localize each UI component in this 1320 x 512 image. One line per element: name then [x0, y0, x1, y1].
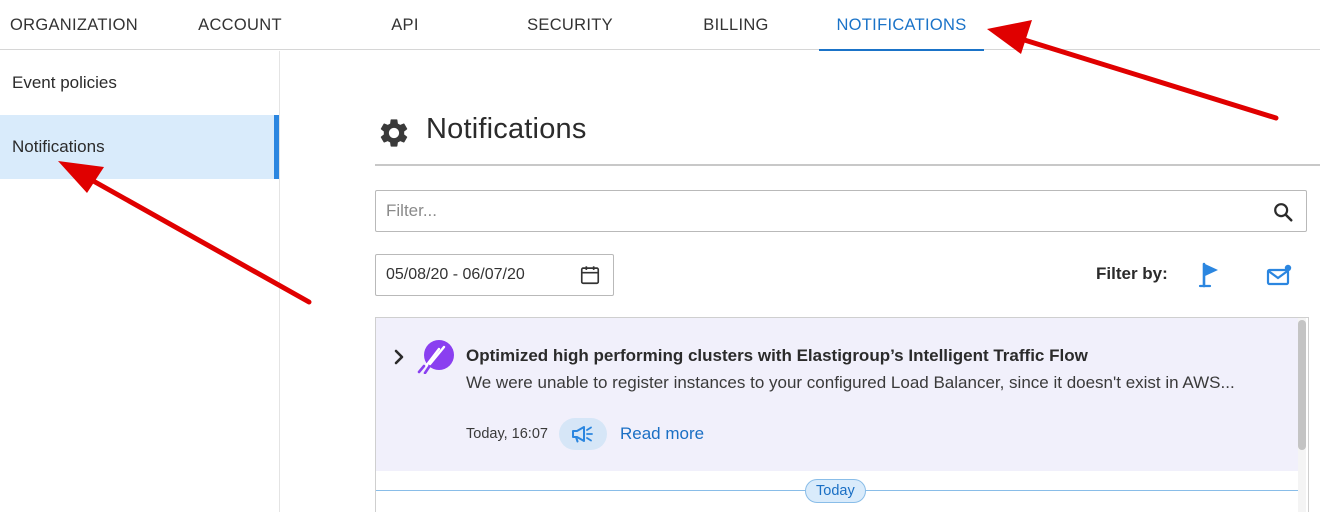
tab-api[interactable]: API: [365, 0, 445, 50]
search-icon[interactable]: [1272, 201, 1294, 223]
notification-body: We were unable to register instances to …: [466, 373, 1235, 392]
notification-list: Optimized high performing clusters with …: [375, 317, 1309, 512]
filter-input[interactable]: [376, 191, 1256, 231]
page-header: Notifications: [375, 108, 1320, 166]
scrollbar-thumb[interactable]: [1298, 320, 1306, 450]
page-title: Notifications: [426, 113, 587, 145]
notification-timestamp: Today, 16:07: [466, 426, 548, 442]
date-range-picker[interactable]: 05/08/20 - 06/07/20: [375, 254, 614, 296]
filter-by-label: Filter by:: [1096, 264, 1168, 283]
read-more-link[interactable]: Read more: [620, 424, 704, 444]
date-group-badge: Today: [805, 479, 866, 503]
tab-notifications[interactable]: NOTIFICATIONS: [819, 0, 984, 51]
tab-billing[interactable]: BILLING: [684, 0, 788, 50]
chevron-right-icon[interactable]: [392, 348, 406, 366]
notification-item[interactable]: Optimized high performing clusters with …: [376, 318, 1298, 471]
sidebar-item-notifications[interactable]: Notifications: [0, 115, 279, 179]
notification-type-badge: [559, 418, 607, 450]
gear-icon: [380, 119, 408, 147]
flag-icon[interactable]: [1198, 262, 1222, 288]
notification-title: Optimized high performing clusters with …: [466, 346, 1088, 365]
tab-account[interactable]: ACCOUNT: [168, 0, 312, 50]
tab-security[interactable]: SECURITY: [510, 0, 630, 50]
sidebar: Event policies Notifications: [0, 51, 280, 512]
tab-organization[interactable]: ORGANIZATION: [0, 0, 148, 50]
sidebar-item-event-policies[interactable]: Event policies: [0, 51, 279, 115]
scrollbar[interactable]: [1298, 318, 1306, 512]
date-range-value: 05/08/20 - 06/07/20: [386, 266, 525, 283]
megaphone-icon: [572, 426, 593, 443]
mail-icon[interactable]: [1266, 264, 1292, 286]
elastigroup-icon: [417, 340, 454, 374]
filter-box: [375, 190, 1307, 232]
top-tab-bar: ORGANIZATION ACCOUNT API SECURITY BILLIN…: [0, 0, 1320, 51]
calendar-icon: [580, 266, 600, 285]
